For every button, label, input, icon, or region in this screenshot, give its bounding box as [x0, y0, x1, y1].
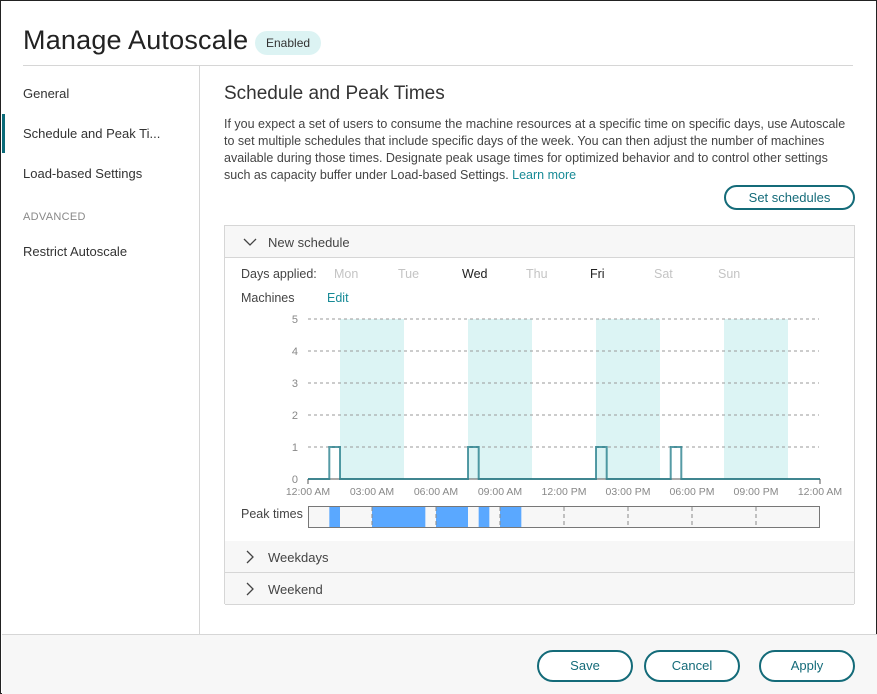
y-tick-label: 2 — [292, 410, 298, 422]
set-schedules-button[interactable]: Set schedules — [724, 185, 855, 210]
x-tick-label: 12:00 AM — [798, 486, 842, 498]
x-tick-label: 09:00 PM — [734, 486, 779, 498]
schedules-panel: New schedule Days applied: Mon Tue Wed T… — [224, 225, 855, 605]
peak-segment — [436, 507, 468, 527]
x-tick-label: 03:00 PM — [606, 486, 651, 498]
y-tick-label: 1 — [292, 442, 298, 454]
x-tick-label: 06:00 AM — [414, 486, 458, 498]
section-title: Schedule and Peak Times — [224, 83, 445, 104]
y-tick-label: 4 — [292, 346, 298, 358]
shaded-range — [596, 319, 660, 479]
sidebar-item-schedule-and-peak-times[interactable]: Schedule and Peak Ti... — [23, 126, 160, 141]
shaded-range — [724, 319, 788, 479]
x-tick-label: 12:00 AM — [286, 486, 330, 498]
chevron-right-icon — [246, 550, 254, 564]
apply-button[interactable]: Apply — [759, 650, 855, 682]
footer-bar — [2, 634, 877, 694]
peak-times-label: Peak times — [241, 507, 303, 521]
x-tick-label: 09:00 AM — [478, 486, 522, 498]
y-tick-label: 0 — [292, 474, 298, 486]
sidebar-group-advanced: ADVANCED — [23, 211, 86, 223]
active-indicator — [2, 114, 5, 153]
save-button[interactable]: Save — [537, 650, 633, 682]
x-tick-label: 06:00 PM — [670, 486, 715, 498]
x-axis-ticks: 12:00 AM 03:00 AM 06:00 AM 09:00 AM 12:00 PM… — [286, 486, 842, 498]
shaded-range — [340, 319, 404, 479]
cancel-button[interactable]: Cancel — [644, 650, 740, 682]
sidebar-divider — [199, 66, 200, 634]
peak-segment — [372, 507, 426, 527]
x-tick-label: 03:00 AM — [350, 486, 394, 498]
schedule-name: Weekend — [268, 582, 323, 597]
machines-chart: 012345 12:00 AM 03:00 AM 06:00 AM 09:00 AM 1… — [286, 314, 842, 528]
sidebar-item-general[interactable]: General — [23, 86, 69, 101]
sidebar-item-restrict-autoscale[interactable]: Restrict Autoscale — [23, 244, 127, 259]
x-tick-label: 12:00 PM — [542, 486, 587, 498]
shaded-ranges — [340, 319, 788, 479]
peak-segment — [478, 507, 490, 527]
section-description: If you expect a set of users to consume … — [224, 116, 849, 184]
peak-segment — [500, 507, 522, 527]
learn-more-link[interactable]: Learn more — [512, 168, 576, 182]
y-axis-ticks: 0 1 2 3 4 5 — [292, 314, 298, 486]
status-badge: Enabled — [255, 31, 322, 55]
schedule-name: Weekdays — [268, 550, 329, 565]
schedule-header-weekdays[interactable]: Weekdays — [225, 541, 854, 573]
y-tick-label: 5 — [292, 314, 298, 326]
header-divider — [23, 65, 853, 66]
chevron-right-icon — [246, 582, 254, 596]
page-title: Manage Autoscale — [23, 25, 249, 55]
manage-autoscale-dialog: Manage Autoscale Enabled General Schedul… — [0, 0, 877, 694]
peak-times-bar[interactable] — [308, 506, 820, 528]
schedule-header-weekend[interactable]: Weekend — [225, 573, 854, 605]
peak-segment — [329, 507, 340, 527]
sidebar-item-load-based-settings[interactable]: Load-based Settings — [23, 166, 142, 181]
y-tick-label: 3 — [292, 378, 298, 390]
shaded-range — [468, 319, 532, 479]
